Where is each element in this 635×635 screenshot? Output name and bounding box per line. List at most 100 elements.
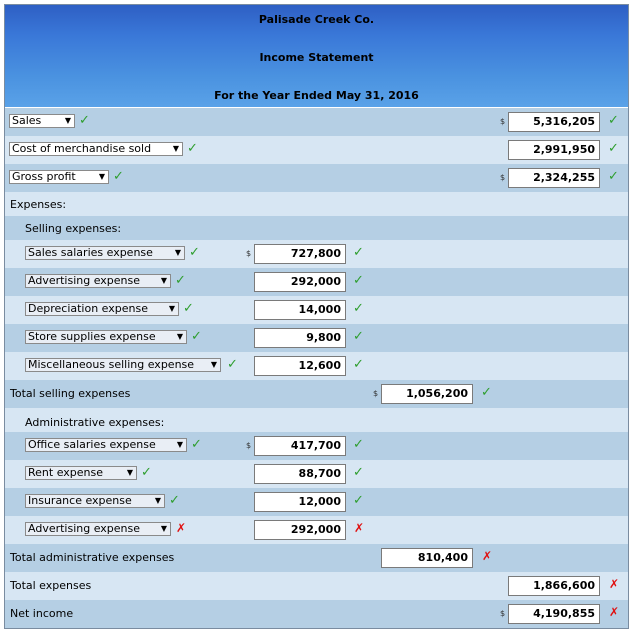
correct-check-icon: ✓ [481, 385, 492, 400]
chevron-down-icon: ▼ [160, 276, 167, 285]
incorrect-x-icon: ✗ [609, 605, 620, 619]
incorrect-x-icon: ✗ [482, 549, 493, 563]
correct-check-icon: ✓ [608, 141, 619, 156]
correct-check-icon: ✓ [353, 329, 364, 344]
row-insurance: Insurance expense ▼ ✓ 12,000 ✓ [5, 488, 628, 516]
misc-selling-amount-input[interactable]: 12,600 [254, 356, 346, 376]
correct-check-icon: ✓ [191, 329, 202, 344]
row-sales: Sales ▼ ✓ $ 5,316,205 ✓ [5, 108, 628, 136]
chevron-down-icon: ▼ [176, 440, 183, 449]
gross-profit-amount-input[interactable]: 2,324,255 [508, 168, 600, 188]
cogs-dropdown[interactable]: Cost of merchandise sold ▼ [9, 142, 183, 156]
sales-dropdown-label: Sales [12, 114, 42, 127]
sales-amount-input[interactable]: 5,316,205 [508, 112, 600, 132]
store-supplies-dropdown-label: Store supplies expense [28, 330, 156, 343]
chevron-down-icon: ▼ [64, 116, 71, 125]
advertising-admin-dropdown[interactable]: Advertising expense ▼ [25, 522, 171, 536]
row-misc-selling: Miscellaneous selling expense ▼ ✓ 12,600 … [5, 352, 628, 380]
sales-salaries-amount-input[interactable]: 727,800 [254, 244, 346, 264]
statement-title: Income Statement [259, 51, 374, 64]
correct-check-icon: ✓ [187, 141, 198, 156]
rent-dropdown-label: Rent expense [28, 466, 104, 479]
chevron-down-icon: ▼ [98, 172, 105, 181]
correct-check-icon: ✓ [183, 301, 194, 316]
row-total-admin: Total administrative expenses 810,400 ✗ [5, 544, 628, 572]
office-salaries-amount-input[interactable]: 417,700 [254, 436, 346, 456]
row-admin-heading: Administrative expenses: [5, 408, 628, 432]
total-admin-label: Total administrative expenses [10, 551, 175, 564]
advertising-dropdown[interactable]: Advertising expense ▼ [25, 274, 171, 288]
cogs-amount-input[interactable]: 2,991,950 [508, 140, 600, 160]
store-supplies-amount-input[interactable]: 9,800 [254, 328, 346, 348]
correct-check-icon: ✓ [227, 357, 238, 372]
office-salaries-dropdown[interactable]: Office salaries expense ▼ [25, 438, 187, 452]
statement-header: Palisade Creek Co. Income Statement For … [5, 5, 628, 107]
store-supplies-dropdown[interactable]: Store supplies expense ▼ [25, 330, 187, 344]
total-expenses-amount-input[interactable]: 1,866,600 [508, 576, 600, 596]
gross-profit-dropdown[interactable]: Gross profit ▼ [9, 170, 109, 184]
dollar-sign: $ [246, 441, 252, 450]
correct-check-icon: ✓ [353, 493, 364, 508]
sales-salaries-dropdown-label: Sales salaries expense [28, 246, 153, 259]
row-total-selling: Total selling expenses $ 1,056,200 ✓ [5, 380, 628, 408]
depreciation-dropdown[interactable]: Depreciation expense ▼ [25, 302, 179, 316]
sales-salaries-dropdown[interactable]: Sales salaries expense ▼ [25, 246, 185, 260]
row-sales-salaries: Sales salaries expense ▼ ✓ $ 727,800 ✓ [5, 240, 628, 268]
correct-check-icon: ✓ [353, 273, 364, 288]
row-advertising: Advertising expense ▼ ✓ 292,000 ✓ [5, 268, 628, 296]
chevron-down-icon: ▼ [210, 360, 217, 369]
row-selling-heading: Selling expenses: [5, 216, 628, 240]
chevron-down-icon: ▼ [168, 304, 175, 313]
gross-profit-dropdown-label: Gross profit [12, 170, 76, 183]
chevron-down-icon: ▼ [172, 144, 179, 153]
admin-expenses-heading: Administrative expenses: [25, 416, 165, 429]
rent-dropdown[interactable]: Rent expense ▼ [25, 466, 137, 480]
incorrect-x-icon: ✗ [354, 521, 365, 535]
advertising-amount-input[interactable]: 292,000 [254, 272, 346, 292]
correct-check-icon: ✓ [608, 169, 619, 184]
advertising-admin-amount-input[interactable]: 292,000 [254, 520, 346, 540]
chevron-down-icon: ▼ [154, 496, 161, 505]
total-selling-label: Total selling expenses [10, 387, 131, 400]
expenses-heading: Expenses: [10, 198, 67, 211]
insurance-amount-input[interactable]: 12,000 [254, 492, 346, 512]
total-selling-amount-input[interactable]: 1,056,200 [381, 384, 473, 404]
office-salaries-dropdown-label: Office salaries expense [28, 438, 156, 451]
row-advertising-admin: Advertising expense ▼ ✗ 292,000 ✗ [5, 516, 628, 544]
total-expenses-label: Total expenses [10, 579, 92, 592]
rent-amount-input[interactable]: 88,700 [254, 464, 346, 484]
dollar-sign: $ [500, 609, 506, 618]
net-income-amount-input[interactable]: 4,190,855 [508, 604, 600, 624]
correct-check-icon: ✓ [353, 465, 364, 480]
correct-check-icon: ✓ [353, 301, 364, 316]
chevron-down-icon: ▼ [174, 248, 181, 257]
misc-selling-dropdown[interactable]: Miscellaneous selling expense ▼ [25, 358, 221, 372]
correct-check-icon: ✓ [353, 437, 364, 452]
depreciation-amount-input[interactable]: 14,000 [254, 300, 346, 320]
dollar-sign: $ [500, 173, 506, 182]
row-expenses-heading: Expenses: [5, 192, 628, 216]
dollar-sign: $ [500, 117, 506, 126]
sales-dropdown[interactable]: Sales ▼ [9, 114, 75, 128]
row-store-supplies: Store supplies expense ▼ ✓ 9,800 ✓ [5, 324, 628, 352]
correct-check-icon: ✓ [608, 113, 619, 128]
chevron-down-icon: ▼ [176, 332, 183, 341]
chevron-down-icon: ▼ [126, 468, 133, 477]
incorrect-x-icon: ✗ [609, 577, 620, 591]
correct-check-icon: ✓ [191, 437, 202, 452]
dollar-sign: $ [246, 249, 252, 258]
row-net-income: Net income $ 4,190,855 ✗ [5, 600, 628, 628]
correct-check-icon: ✓ [189, 245, 200, 260]
dollar-sign: $ [373, 389, 379, 398]
row-cogs: Cost of merchandise sold ▼ ✓ 2,991,950 ✓ [5, 136, 628, 164]
correct-check-icon: ✓ [141, 465, 152, 480]
depreciation-dropdown-label: Depreciation expense [28, 302, 148, 315]
advertising-admin-dropdown-label: Advertising expense [28, 522, 141, 535]
incorrect-x-icon: ✗ [176, 521, 187, 535]
correct-check-icon: ✓ [113, 169, 124, 184]
correct-check-icon: ✓ [79, 113, 90, 128]
row-gross-profit: Gross profit ▼ ✓ $ 2,324,255 ✓ [5, 164, 628, 192]
insurance-dropdown-label: Insurance expense [28, 494, 132, 507]
total-admin-amount-input[interactable]: 810,400 [381, 548, 473, 568]
insurance-dropdown[interactable]: Insurance expense ▼ [25, 494, 165, 508]
